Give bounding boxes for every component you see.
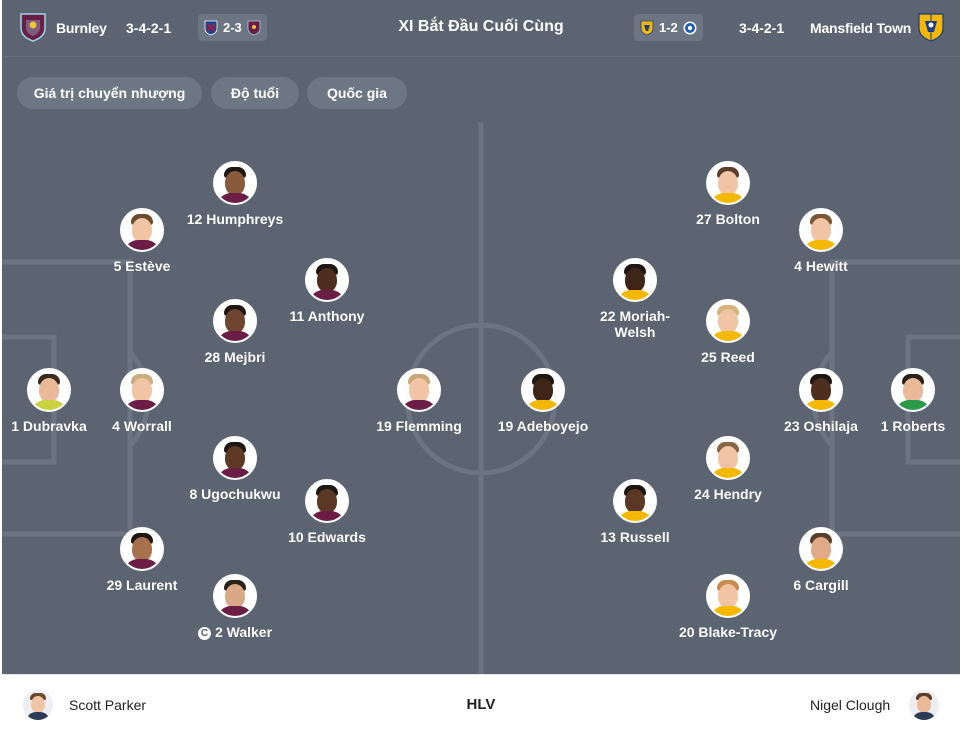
player-away-11[interactable]: 19 Adeboyejo xyxy=(488,368,598,434)
lineup-widget: Burnley 3-4-2-1 2-3 XI Bắt Đầu Cuối Cùng… xyxy=(2,0,960,736)
away-coach-name[interactable]: Nigel Clough xyxy=(810,697,890,713)
player-home-10[interactable]: 10 Edwards xyxy=(272,479,382,545)
player-name: 5 Estève xyxy=(113,258,171,274)
player-home-8[interactable]: C2 Walker xyxy=(180,574,290,640)
filter-bar: Giá trị chuyển nhượng Độ tuổi Quốc gia xyxy=(2,56,960,122)
player-name: 27 Bolton xyxy=(696,211,760,227)
player-away-10[interactable]: 13 Russell xyxy=(580,479,690,545)
player-photo xyxy=(613,479,657,523)
player-name: 20 Blake-Tracy xyxy=(678,624,778,640)
player-name: 4 Worrall xyxy=(112,418,172,434)
captain-badge-icon: C xyxy=(197,627,211,640)
player-name: 23 Oshilaja xyxy=(784,418,858,434)
player-name: 28 Mejbri xyxy=(204,349,266,365)
player-photo xyxy=(120,208,164,252)
player-photo xyxy=(706,299,750,343)
pitch: 1 Dubravka 4 Worrall 5 Estève 29 Laurent… xyxy=(2,122,960,674)
mansfield-crest-icon xyxy=(918,13,944,42)
filter-age-button[interactable]: Độ tuổi xyxy=(211,77,299,109)
filter-transfer-value-button[interactable]: Giá trị chuyển nhượng xyxy=(17,77,202,109)
player-name: 19 Adeboyejo xyxy=(497,418,589,434)
away-last-match-score: 1-2 xyxy=(659,20,678,35)
player-name: 25 Reed xyxy=(701,349,755,365)
player-name: 4 Hewitt xyxy=(794,258,848,274)
player-home-11[interactable]: 19 Flemming xyxy=(364,368,474,434)
player-name: 10 Edwards xyxy=(288,529,366,545)
away-last-match[interactable]: 1-2 xyxy=(634,14,703,41)
player-away-9[interactable]: 22 Moriah-Welsh xyxy=(580,258,690,340)
away-coach-avatar[interactable] xyxy=(909,690,939,720)
player-photo xyxy=(799,368,843,412)
player-home-2[interactable]: 4 Worrall xyxy=(87,368,197,434)
player-photo xyxy=(120,368,164,412)
player-away-8[interactable]: 20 Blake-Tracy xyxy=(673,574,783,640)
player-away-5[interactable]: 27 Bolton xyxy=(673,161,783,227)
peterborough-crest-icon xyxy=(683,21,697,34)
player-photo xyxy=(521,368,565,412)
player-name: C2 Walker xyxy=(180,624,290,640)
player-photo xyxy=(613,258,657,302)
player-name-text: 2 Walker xyxy=(214,624,273,640)
coaches-bar: Scott Parker HLV Nigel Clough xyxy=(2,674,960,736)
player-photo xyxy=(120,527,164,571)
player-home-5[interactable]: 12 Humphreys xyxy=(180,161,290,227)
player-away-2[interactable]: 23 Oshilaja xyxy=(766,368,876,434)
lineup-header: Burnley 3-4-2-1 2-3 XI Bắt Đầu Cuối Cùng… xyxy=(2,0,960,56)
player-photo xyxy=(213,436,257,480)
player-photo xyxy=(706,161,750,205)
player-photo xyxy=(799,208,843,252)
filter-country-button[interactable]: Quốc gia xyxy=(307,77,407,109)
player-name: 11 Anthony xyxy=(289,308,365,324)
player-photo xyxy=(397,368,441,412)
player-photo xyxy=(213,299,257,343)
player-home-9[interactable]: 11 Anthony xyxy=(272,258,382,324)
player-photo xyxy=(799,527,843,571)
player-name: 19 Flemming xyxy=(376,418,462,434)
player-name: 12 Humphreys xyxy=(186,211,284,227)
player-photo xyxy=(213,161,257,205)
player-photo xyxy=(27,368,71,412)
player-photo xyxy=(305,479,349,523)
player-photo xyxy=(305,258,349,302)
player-photo xyxy=(213,574,257,618)
player-name: 13 Russell xyxy=(600,529,670,545)
away-team-name[interactable]: Mansfield Town xyxy=(810,20,911,36)
away-formation: 3-4-2-1 xyxy=(739,20,785,36)
mansfield-crest-icon xyxy=(640,20,654,35)
player-name: 22 Moriah-Welsh xyxy=(599,308,670,340)
player-photo xyxy=(706,574,750,618)
player-photo xyxy=(891,368,935,412)
player-photo xyxy=(706,436,750,480)
